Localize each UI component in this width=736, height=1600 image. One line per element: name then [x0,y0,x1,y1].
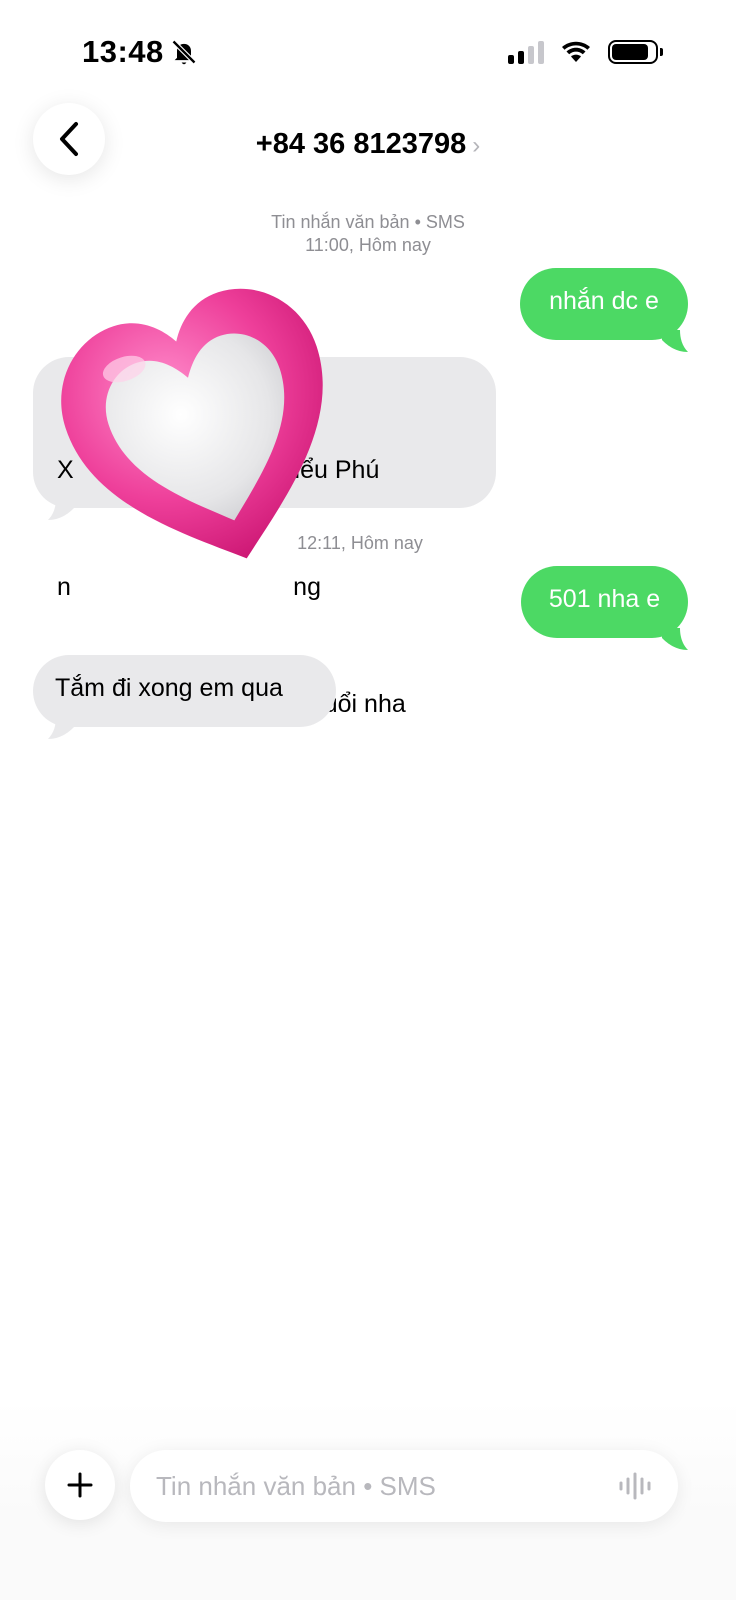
bubble-tail [48,717,74,739]
message-text: Tắm đi xong em qua [55,674,283,702]
battery-icon [608,40,663,64]
message-input[interactable]: Tin nhắn văn bản • SMS [130,1450,678,1522]
contact-title[interactable]: +84 36 8123798 › [0,128,736,161]
meta-time-label: 11:00, Hôm nay [305,235,431,255]
status-icons [508,40,663,64]
meta-service-label: Tin nhắn văn bản • SMS [271,212,465,232]
messages-screen: 13:48 +84 36 8123798 › Tin nhắn văn bản … [0,0,736,1600]
status-time: 13:48 [82,34,198,70]
contact-chevron-icon: › [472,132,481,159]
signal-icon [508,40,544,64]
bubble-tail [662,628,688,650]
heart-sticker-icon [61,288,323,559]
contact-number: +84 36 8123798 [255,128,467,160]
add-attachment-button[interactable] [45,1450,115,1520]
wifi-icon [562,41,590,62]
bell-slash-icon [171,39,196,65]
plus-icon [67,1472,93,1498]
message-text: nhắn dc e [549,287,659,315]
time-label: 13:48 [82,34,164,69]
bubble-tail [662,330,688,352]
waveform-icon[interactable] [618,1471,652,1501]
incoming-message-bubble[interactable]: Tắm đi xong em qua [33,655,336,727]
message-input-placeholder: Tin nhắn văn bản • SMS [156,1470,436,1501]
message-meta-1: Tin nhắn văn bản • SMS 11:00, Hôm nay [0,211,736,257]
message-text: 501 nha e [548,585,661,613]
